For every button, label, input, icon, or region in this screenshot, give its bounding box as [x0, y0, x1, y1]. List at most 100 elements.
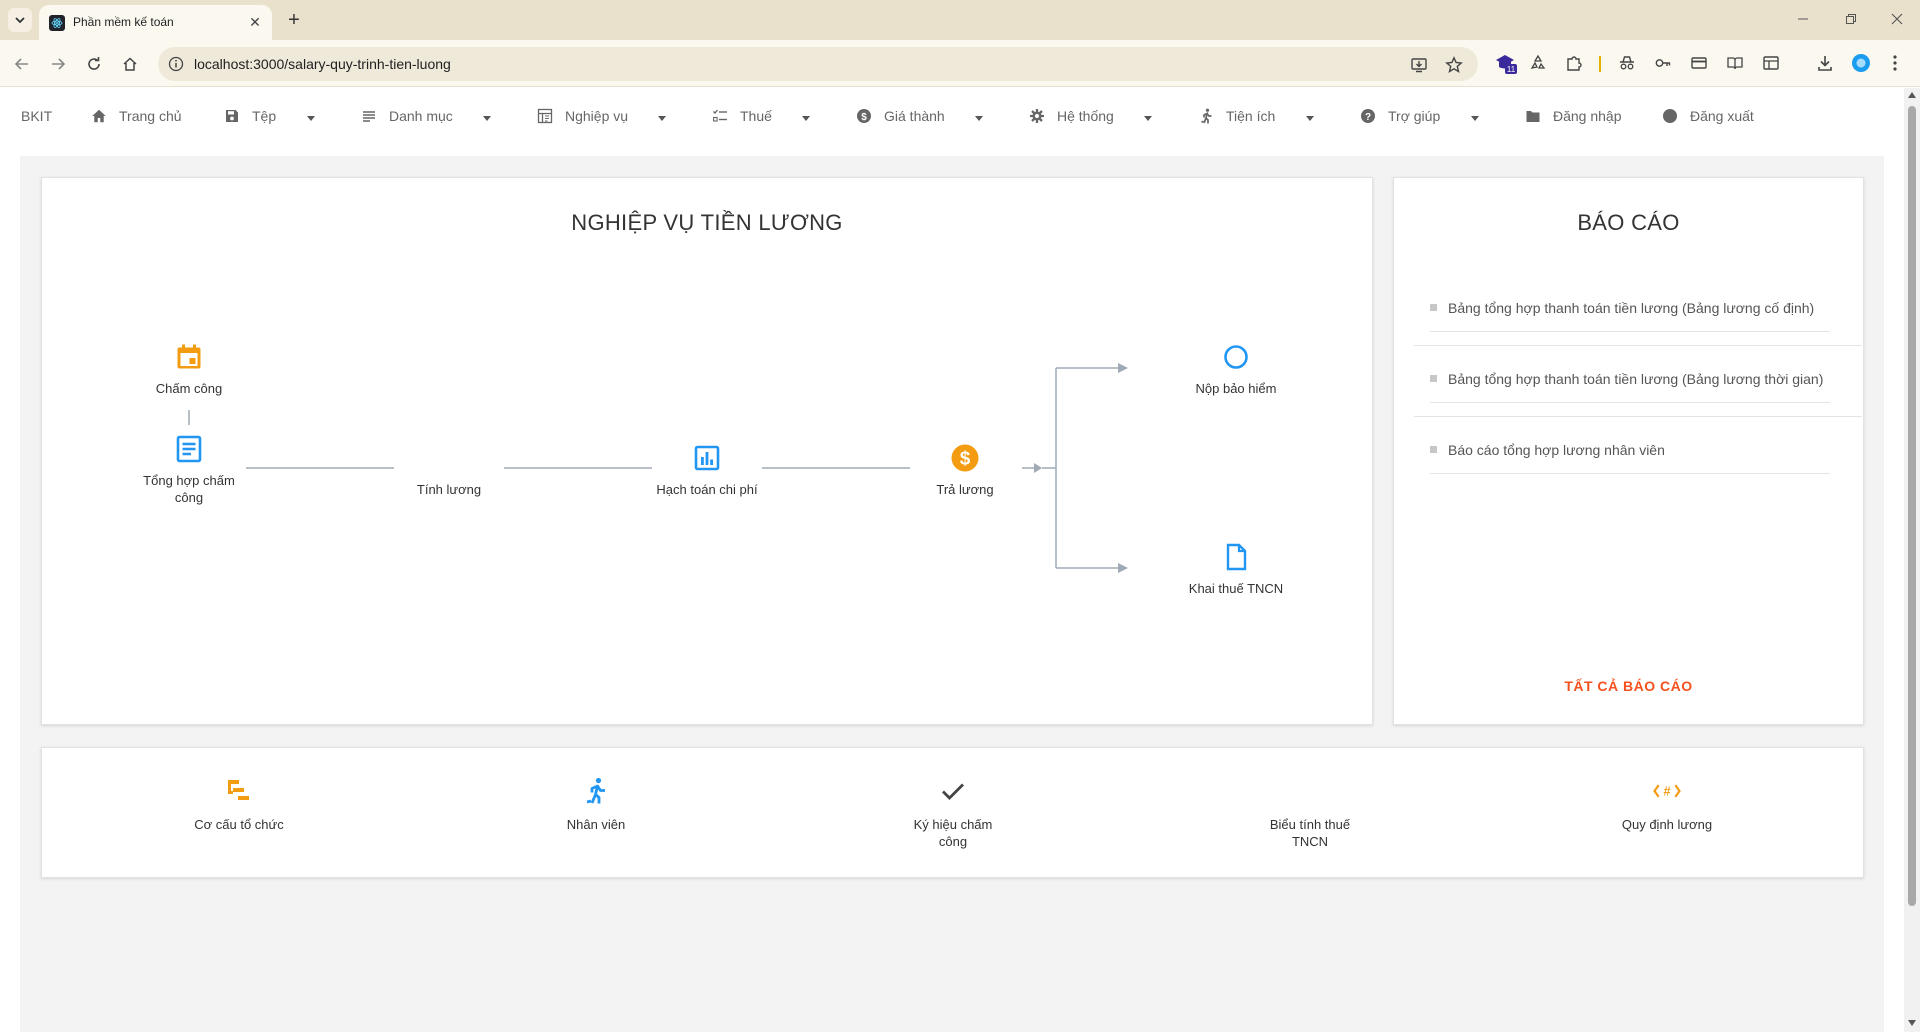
- profile-avatar[interactable]: [1848, 50, 1874, 76]
- forward-button[interactable]: [44, 50, 72, 78]
- flow-label: Trả lương: [936, 482, 994, 497]
- bullet-icon: [1430, 375, 1437, 382]
- report-label: Bảng tổng hợp thanh toán tiền lương (Bản…: [1448, 299, 1815, 316]
- menu-tep[interactable]: Tệp: [224, 101, 276, 131]
- tab-search-button[interactable]: [8, 8, 32, 32]
- site-info-icon[interactable]: [168, 56, 184, 72]
- reports-card: BÁO CÁO Bảng tổng hợp thanh toán tiền lư…: [1393, 177, 1864, 725]
- flow-node-tra-luong[interactable]: $ Trả lương: [900, 443, 1030, 498]
- checklist-icon: [713, 109, 727, 122]
- url-text[interactable]: localhost:3000/salary-quy-trinh-tien-luo…: [194, 56, 451, 72]
- menu-gia-thanh[interactable]: $ Giá thành: [856, 101, 945, 131]
- restore-button[interactable]: [1836, 6, 1866, 32]
- extension-badge-icon[interactable]: 11: [1492, 50, 1518, 76]
- shortcuts-card: Cơ cấu tổ chức Nhân viên Ký hiệu chấm cô…: [41, 747, 1864, 878]
- downloads-icon[interactable]: [1812, 50, 1838, 76]
- menu-trang-chu[interactable]: Trang chủ: [91, 101, 182, 131]
- shortcut-nhan-vien[interactable]: Nhân viên: [516, 776, 676, 833]
- menu-label: Giá thành: [884, 108, 945, 124]
- menu-dang-nhap[interactable]: Đăng nhập: [1525, 101, 1622, 131]
- all-reports-button[interactable]: TẤT CẢ BÁO CÁO: [1394, 678, 1863, 694]
- scroll-down-icon[interactable]: [1908, 1020, 1916, 1026]
- install-app-icon[interactable]: [1408, 54, 1430, 76]
- address-bar[interactable]: localhost:3000/salary-quy-trinh-tien-luo…: [158, 47, 1478, 81]
- reload-icon: [88, 57, 100, 70]
- recycle-extension-icon[interactable]: [1525, 50, 1551, 76]
- card-icon[interactable]: [1686, 50, 1712, 76]
- flow-node-hach-toan-chi-phi[interactable]: Hạch toán chi phí: [642, 443, 772, 498]
- brand-logo[interactable]: BKIT: [21, 101, 52, 131]
- scroll-up-icon[interactable]: [1908, 92, 1916, 98]
- flow-label: Khai thuế TNCN: [1188, 581, 1284, 596]
- code-hash-icon: #: [1653, 784, 1681, 799]
- key-icon[interactable]: [1650, 50, 1676, 76]
- report-link[interactable]: Bảng tổng hợp thanh toán tiền lương (Bản…: [1430, 284, 1830, 332]
- menu-dang-xuat[interactable]: Đăng xuất: [1662, 101, 1754, 131]
- dropdown-caret-icon[interactable]: [802, 116, 810, 121]
- bookmark-star-icon[interactable]: [1443, 54, 1465, 76]
- browser-menu-icon[interactable]: [1882, 50, 1908, 76]
- tax-table-icon: [1295, 776, 1325, 806]
- flow-label: Hạch toán chi phí: [656, 482, 758, 497]
- bullet-icon: [1430, 446, 1437, 453]
- dropdown-caret-icon[interactable]: [658, 116, 666, 121]
- flow-node-nop-bao-hiem[interactable]: Nộp bảo hiểm: [1171, 342, 1301, 397]
- reload-button[interactable]: [80, 50, 108, 78]
- shortcut-label: Nhân viên: [566, 817, 626, 832]
- menu-tien-ich[interactable]: Tiện ích: [1198, 101, 1275, 131]
- menu-label: Nghiệp vụ: [565, 108, 629, 124]
- menu-danh-muc[interactable]: Danh mục: [361, 101, 453, 131]
- flow-node-tong-hop-cham-cong[interactable]: Tổng hợp chấm công: [124, 434, 254, 506]
- tab-close-icon[interactable]: ✕: [246, 13, 264, 31]
- dropdown-caret-icon[interactable]: [307, 116, 315, 121]
- dropdown-caret-icon[interactable]: [1306, 116, 1314, 121]
- browser-tabstrip: Phần mềm kế toán ✕ +: [0, 0, 1920, 40]
- home-icon: [123, 57, 137, 71]
- shortcut-quy-dinh-luong[interactable]: # Quy định lương: [1587, 776, 1747, 833]
- shortcut-ky-hieu-cham-cong[interactable]: Ký hiệu chấm công: [873, 776, 1033, 850]
- close-icon: [1891, 13, 1903, 25]
- report-link[interactable]: Bảng tổng hợp thanh toán tiền lương (Bản…: [1430, 355, 1830, 403]
- incognito-icon[interactable]: [1614, 50, 1640, 76]
- flow-node-tinh-luong[interactable]: Tính lương: [384, 443, 514, 498]
- dropdown-caret-icon[interactable]: [1144, 116, 1152, 121]
- svg-text:#: #: [1664, 785, 1671, 799]
- new-tab-button[interactable]: +: [282, 8, 306, 32]
- puzzle-extensions-icon[interactable]: [1561, 50, 1587, 76]
- menu-tro-giup[interactable]: ? Trợ giúp: [1360, 101, 1440, 131]
- dropdown-caret-icon[interactable]: [1471, 116, 1479, 121]
- chevron-down-icon: [15, 17, 25, 24]
- dropdown-caret-icon[interactable]: [483, 116, 491, 121]
- menu-nghiep-vu[interactable]: Nghiệp vụ: [537, 101, 628, 131]
- flow-node-cham-cong[interactable]: Chấm công: [124, 342, 254, 397]
- reading-mode-icon[interactable]: [1722, 50, 1748, 76]
- bar-chart-icon: [694, 445, 720, 471]
- close-window-button[interactable]: [1882, 6, 1912, 32]
- menu-thue[interactable]: Thuế: [712, 101, 772, 131]
- arrow-right-icon: [52, 58, 66, 70]
- shortcut-co-cau-to-chuc[interactable]: Cơ cấu tổ chức: [159, 776, 319, 833]
- shortcut-bieu-tinh-thue-tncn[interactable]: Biểu tính thuế TNCN: [1230, 776, 1390, 850]
- browser-tab[interactable]: Phần mềm kế toán ✕: [39, 5, 272, 40]
- back-button[interactable]: [8, 50, 36, 78]
- page-scrollbar[interactable]: [1904, 88, 1920, 1032]
- check-icon: [942, 783, 964, 800]
- report-divider: [1414, 345, 1862, 346]
- side-panel-icon[interactable]: [1758, 50, 1784, 76]
- tab-title: Phần mềm kế toán: [73, 15, 174, 29]
- shortcut-label-line2: TNCN: [1291, 834, 1329, 849]
- react-icon: [49, 15, 65, 31]
- scroll-thumb[interactable]: [1908, 106, 1916, 906]
- minimize-button[interactable]: [1788, 6, 1818, 32]
- circle-icon: [1663, 109, 1677, 123]
- calendar-icon: [177, 344, 201, 369]
- reports-title: BÁO CÁO: [1577, 210, 1680, 235]
- home-button[interactable]: [116, 50, 144, 78]
- report-link[interactable]: Báo cáo tổng hợp lương nhân viên: [1430, 426, 1830, 474]
- menu-he-thong[interactable]: Hệ thống: [1029, 101, 1114, 131]
- dropdown-caret-icon[interactable]: [975, 116, 983, 121]
- org-structure-icon: [228, 780, 249, 800]
- flow-label-line2: công: [174, 490, 204, 505]
- flow-label-line1: Tổng hợp chấm: [143, 473, 235, 488]
- flow-node-khai-thue-tncn[interactable]: Khai thuế TNCN: [1171, 542, 1301, 597]
